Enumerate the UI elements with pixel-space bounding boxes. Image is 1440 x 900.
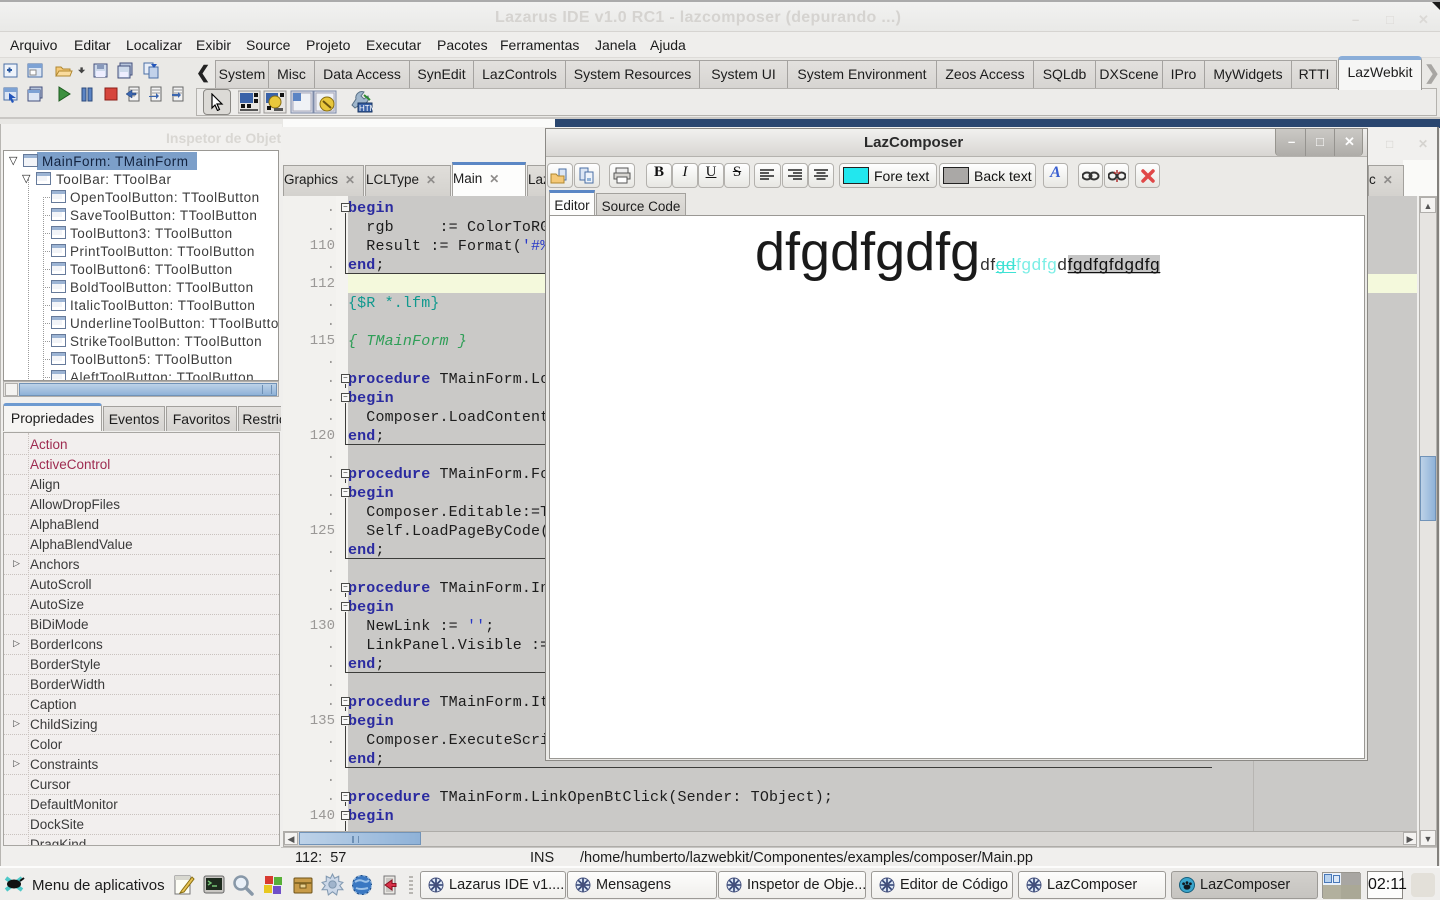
svg-text:HTM: HTM [359,104,373,113]
